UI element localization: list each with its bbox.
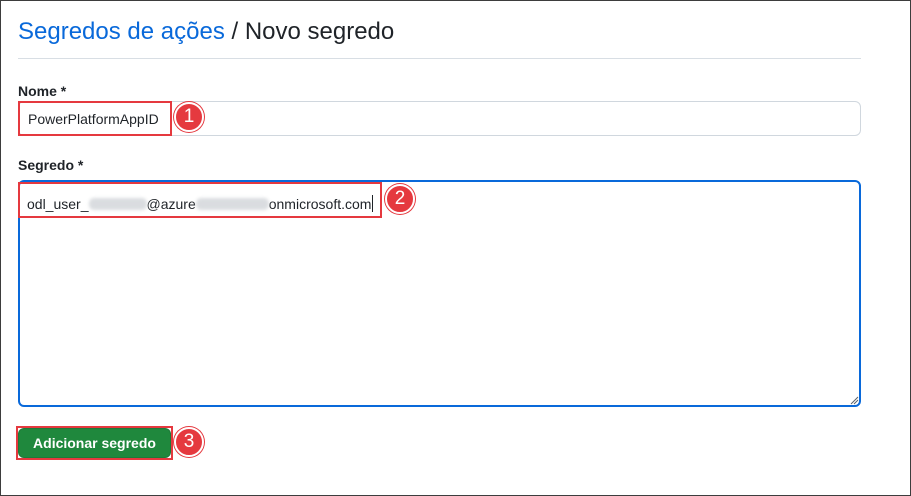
secret-textarea[interactable] — [18, 180, 861, 407]
annotation-badge-3: 3 — [174, 427, 204, 457]
resize-grip-icon[interactable] — [850, 396, 859, 405]
name-label: Nome * — [18, 83, 67, 99]
secret-value-domain: @azure — [146, 196, 196, 212]
header-divider — [18, 58, 861, 59]
annotation-badge-1: 1 — [174, 102, 204, 132]
breadcrumb-link-action-secrets[interactable]: Segredos de ações — [18, 18, 225, 45]
breadcrumb-current: Novo segredo — [244, 18, 395, 45]
name-input[interactable] — [18, 101, 861, 136]
breadcrumb-separator: / — [224, 18, 245, 45]
redacted-blur — [195, 198, 269, 210]
page-title: Segredos de ações / Novo segredo — [18, 16, 394, 48]
add-secret-button[interactable]: Adicionar segredo — [18, 428, 171, 458]
annotation-badge-2: 2 — [385, 184, 415, 214]
redacted-blur — [88, 198, 147, 210]
text-caret — [372, 195, 374, 212]
secret-label: Segredo * — [18, 157, 84, 173]
secret-value-text: odl_user_ @azure onmicrosoft.com — [27, 195, 374, 213]
secret-value-prefix: odl_user_ — [27, 196, 89, 212]
secret-value-suffix: onmicrosoft.com — [268, 196, 372, 212]
